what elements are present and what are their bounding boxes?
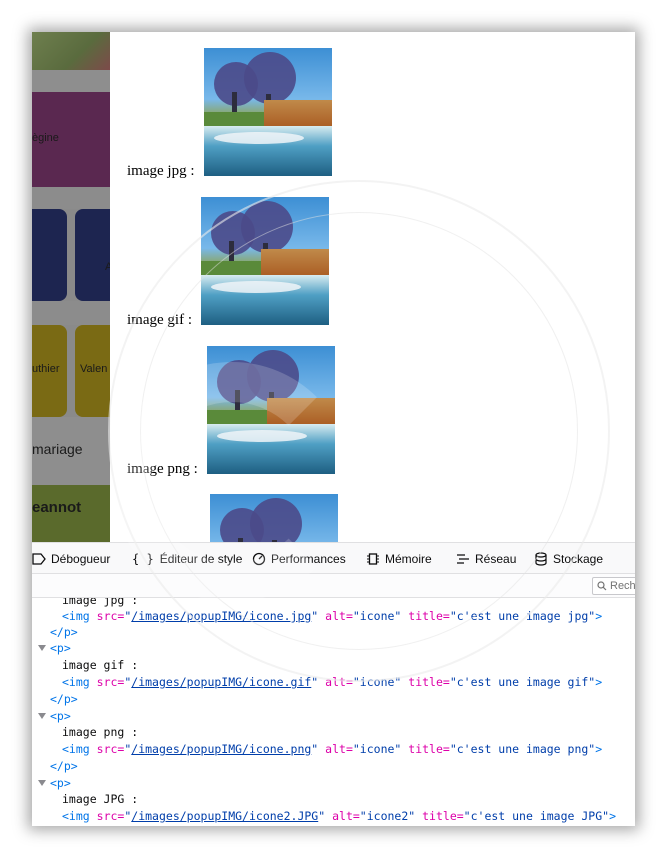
expand-triangle-icon[interactable]	[38, 713, 46, 719]
bg-card-olive-left[interactable]: uthier	[32, 325, 67, 417]
markup-img-node[interactable]: <img src="/images/popupIMG/icone.png" al…	[62, 741, 602, 757]
tab-debugger[interactable]: Débogueur	[32, 543, 110, 574]
markup-p-node[interactable]: <p>	[38, 775, 71, 791]
page-content: image jpg : image gif : image png :	[110, 32, 635, 542]
search-placeholder: Rech	[610, 580, 635, 592]
screenshot-frame: ègine A uthier Valen mariage eannot imag…	[32, 32, 635, 826]
tab-label: Mémoire	[385, 551, 432, 566]
markup-text-node[interactable]: image gif :	[62, 657, 138, 673]
tab-memory[interactable]: Mémoire	[366, 543, 432, 574]
img-src-link[interactable]: /images/popupIMG/icone.jpg	[131, 609, 311, 623]
markup-view: image jpg : <img src="/images/popupIMG/i…	[32, 598, 635, 826]
bg-card-purple[interactable]: ègine	[32, 92, 110, 187]
tab-label: Stockage	[553, 551, 604, 566]
markup-close-tag[interactable]: </p>	[50, 691, 78, 707]
image-row-png: image png :	[127, 346, 347, 478]
image-row-jpg: image jpg :	[127, 48, 337, 180]
html-search-input[interactable]: Rech	[592, 577, 635, 595]
tab-label: Éditeur de style	[159, 551, 243, 566]
network-icon	[457, 553, 469, 564]
thumbnail-image-png[interactable]	[207, 346, 335, 474]
inspector-toolbar: Rech	[32, 574, 635, 598]
markup-text-node[interactable]: image png :	[62, 724, 138, 740]
markup-p-node[interactable]: <p>	[38, 708, 71, 724]
bg-strip	[32, 70, 110, 92]
markup-img-node[interactable]: <img src="/images/popupIMG/icone.jpg" al…	[62, 608, 602, 624]
bg-name-bar: eannot	[32, 485, 110, 542]
img-src-link[interactable]: /images/popupIMG/icone.gif	[131, 675, 311, 689]
bg-banner	[32, 32, 110, 70]
devtools-tab-bar: Débogueur { } Éditeur de style Performan…	[32, 542, 635, 574]
search-icon	[597, 581, 607, 591]
thumbnail-image-gif[interactable]	[201, 197, 329, 325]
bg-card-label: uthier	[32, 363, 60, 375]
bg-gap	[32, 301, 110, 325]
bg-section-label: mariage	[32, 441, 83, 457]
expand-triangle-icon[interactable]	[38, 780, 46, 786]
img-src-link[interactable]: /images/popupIMG/icone2.JPG	[131, 809, 318, 823]
bg-name-label: eannot	[32, 499, 82, 516]
bg-card-label: Valen	[80, 363, 108, 375]
markup-text-node[interactable]: image jpg :	[62, 598, 138, 608]
markup-img-node[interactable]: <img src="/images/popupIMG/icone2.JPG" a…	[62, 808, 616, 824]
tab-style-editor[interactable]: { } Éditeur de style	[132, 543, 242, 574]
memory-chip-icon	[367, 552, 379, 565]
tab-label: Réseau	[475, 551, 517, 566]
markup-close-tag[interactable]: </p>	[50, 624, 78, 640]
debugger-icon	[32, 552, 46, 565]
markup-p-node[interactable]: <p>	[38, 640, 71, 656]
bg-section: mariage	[32, 417, 110, 485]
bg-card-olive-right[interactable]: Valen	[75, 325, 110, 417]
bg-card-label: ègine	[32, 132, 59, 144]
devtools-panel: Débogueur { } Éditeur de style Performan…	[32, 542, 635, 826]
bg-gap	[32, 187, 110, 209]
tab-storage[interactable]: Stockage	[534, 543, 603, 574]
thumbnail-image-jpg[interactable]	[204, 48, 332, 176]
image-row-label: image jpg :	[127, 163, 195, 179]
image-row-gif: image gif :	[127, 197, 337, 329]
tab-performance[interactable]: Performances	[252, 543, 346, 574]
thumbnail-image-jpg-uppercase[interactable]	[210, 494, 338, 542]
storage-database-icon	[535, 551, 547, 566]
braces-icon: { }	[132, 551, 154, 566]
background-page: ègine A uthier Valen mariage eannot	[32, 32, 110, 542]
bg-card-navy-left[interactable]	[32, 209, 67, 301]
img-src-link[interactable]: /images/popupIMG/icone.png	[131, 742, 311, 756]
expand-triangle-icon[interactable]	[38, 645, 46, 651]
tab-label: Performances	[271, 551, 346, 566]
image-row-label: image png :	[127, 461, 198, 477]
markup-close-tag[interactable]: </p>	[50, 758, 78, 774]
markup-text-node[interactable]: image JPG :	[62, 791, 138, 807]
markup-img-node[interactable]: <img src="/images/popupIMG/icone.gif" al…	[62, 674, 602, 690]
image-row-label: image gif :	[127, 312, 192, 328]
performance-gauge-icon	[252, 552, 266, 565]
tab-network[interactable]: Réseau	[456, 543, 516, 574]
bg-card-navy-right[interactable]: A	[75, 209, 110, 301]
tab-label: Débogueur	[51, 551, 111, 566]
